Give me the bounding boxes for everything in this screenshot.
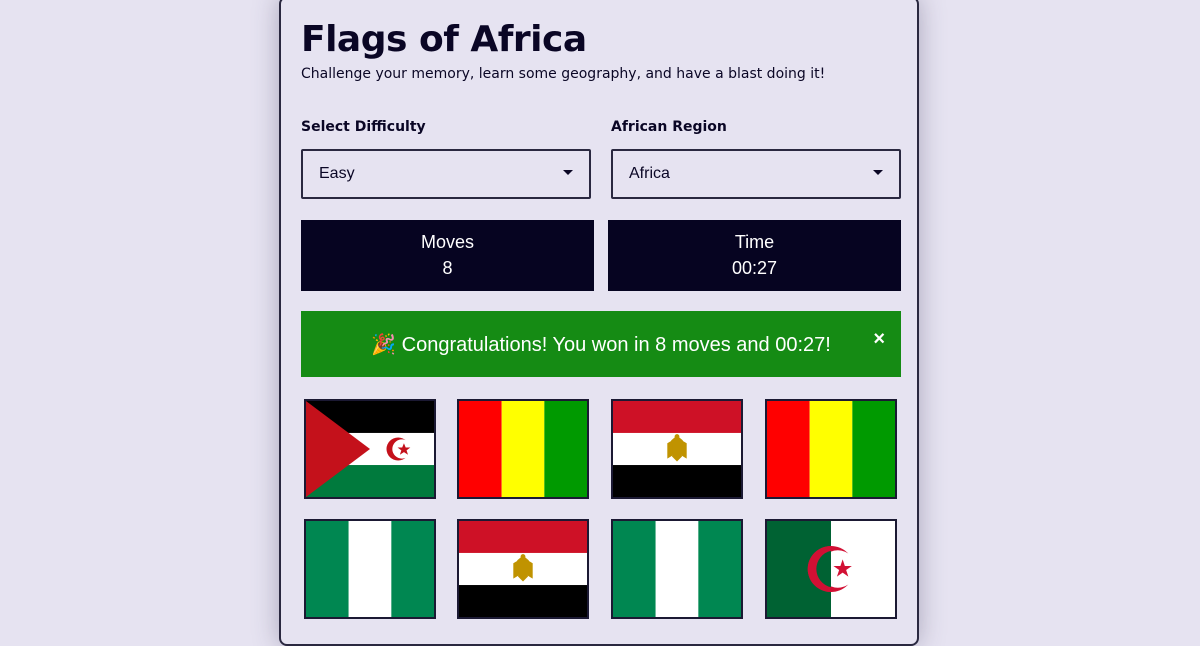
western-sahara-flag — [306, 401, 434, 497]
moves-value: 8 — [442, 258, 453, 278]
flag-card-egypt[interactable] — [457, 519, 589, 619]
flag-card-guinea[interactable] — [765, 399, 897, 499]
nigeria-flag — [613, 521, 741, 617]
win-banner: 🎉 Congratulations! You won in 8 moves an… — [301, 311, 901, 377]
close-icon[interactable]: × — [873, 328, 885, 351]
time-value: 00:27 — [731, 258, 778, 278]
chevron-down-icon — [873, 170, 883, 175]
flag-card-algeria[interactable] — [765, 519, 897, 619]
moves-counter: Moves 8 — [301, 220, 594, 291]
moves-label: Moves — [420, 232, 474, 252]
algeria-flag — [767, 521, 895, 617]
time-counter: Time 00:27 — [608, 220, 901, 291]
flag-card-guinea[interactable] — [457, 399, 589, 499]
guinea-flag — [459, 401, 587, 497]
flag-card-western-sahara[interactable] — [304, 399, 436, 499]
flag-card-nigeria[interactable] — [611, 519, 743, 619]
difficulty-label: Select Difficulty — [301, 119, 426, 135]
guinea-flag — [767, 401, 895, 497]
win-message: Congratulations! You won in 8 moves and … — [401, 334, 831, 356]
page-title: Flags of Africa — [301, 19, 587, 60]
nigeria-flag — [306, 521, 434, 617]
game-panel: Flags of Africa Challenge your memory, l… — [279, 0, 919, 646]
difficulty-select[interactable]: Easy — [301, 149, 591, 199]
region-label: African Region — [611, 119, 727, 135]
flag-card-nigeria[interactable] — [304, 519, 436, 619]
region-select[interactable]: Africa — [611, 149, 901, 199]
chevron-down-icon — [563, 170, 573, 175]
win-message-row: 🎉 Congratulations! You won in 8 moves an… — [301, 332, 901, 357]
region-select-value: Africa — [629, 165, 670, 182]
party-popper-icon: 🎉 — [371, 334, 397, 356]
time-label: Time — [734, 232, 775, 252]
egypt-flag — [613, 401, 741, 497]
egypt-flag — [459, 521, 587, 617]
difficulty-select-value: Easy — [319, 165, 355, 182]
page-subtitle: Challenge your memory, learn some geogra… — [301, 66, 826, 82]
flag-card-egypt[interactable] — [611, 399, 743, 499]
